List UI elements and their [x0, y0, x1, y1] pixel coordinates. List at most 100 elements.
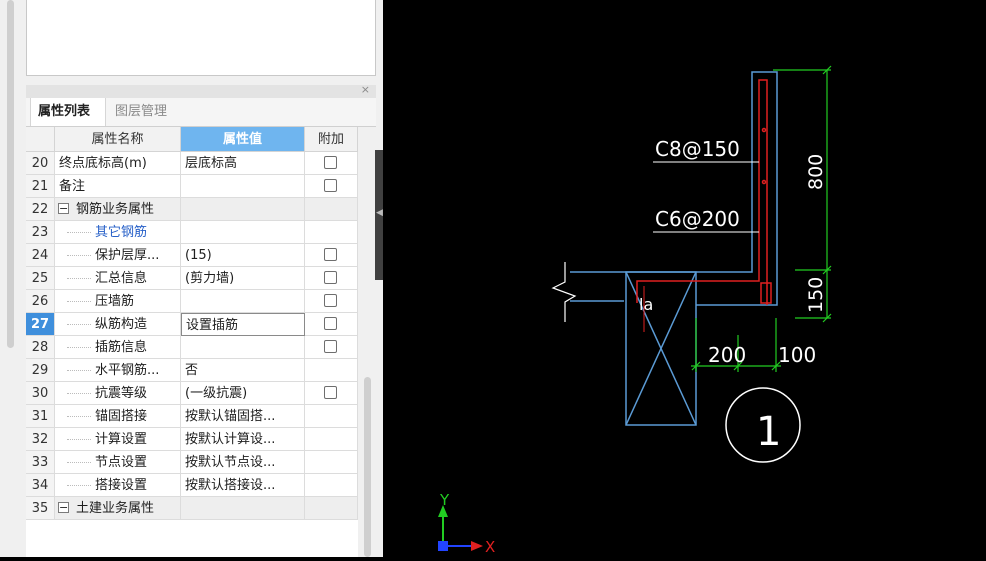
- row-number[interactable]: 32: [26, 428, 55, 451]
- property-name-cell[interactable]: 保护层厚...: [55, 244, 181, 267]
- column-header-value[interactable]: 属性值: [181, 127, 305, 152]
- extra-checkbox[interactable]: [324, 294, 337, 307]
- outer-scrollbar-thumb[interactable]: [7, 0, 14, 348]
- property-name-cell[interactable]: − 土建业务属性: [55, 497, 181, 520]
- row-number[interactable]: 26: [26, 290, 55, 313]
- property-value-cell[interactable]: 按默认锚固搭...: [181, 405, 305, 428]
- property-name-cell[interactable]: 水平钢筋...: [55, 359, 181, 382]
- row-number[interactable]: 31: [26, 405, 55, 428]
- extra-checkbox[interactable]: [324, 179, 337, 192]
- row-number[interactable]: 23: [26, 221, 55, 244]
- property-name-cell[interactable]: 压墙筋: [55, 290, 181, 313]
- collapse-minus-icon[interactable]: −: [58, 203, 69, 214]
- property-value-cell[interactable]: 否: [181, 359, 305, 382]
- extra-checkbox[interactable]: [324, 248, 337, 261]
- row-number[interactable]: 35: [26, 497, 55, 520]
- property-name-cell[interactable]: 备注: [55, 175, 181, 198]
- property-name-cell[interactable]: 锚固搭接: [55, 405, 181, 428]
- property-value-editor[interactable]: 设置插筋: [181, 313, 305, 336]
- property-row[interactable]: 20 终点底标高(m) 层底标高: [26, 152, 358, 175]
- extra-cell[interactable]: [305, 175, 358, 198]
- property-value-cell[interactable]: [181, 290, 305, 313]
- tree-line: [67, 462, 91, 463]
- property-row[interactable]: 27 纵筋构造 设置插筋: [26, 313, 358, 336]
- close-icon[interactable]: ×: [361, 83, 370, 96]
- property-name-cell[interactable]: 终点底标高(m): [55, 152, 181, 175]
- property-name-cell[interactable]: 节点设置: [55, 451, 181, 474]
- extra-cell[interactable]: [305, 313, 358, 336]
- property-row[interactable]: 24 保护层厚... (15): [26, 244, 358, 267]
- property-name-cell[interactable]: 其它钢筋: [55, 221, 181, 244]
- grid-scrollbar[interactable]: [362, 127, 374, 557]
- property-name-cell[interactable]: − 钢筋业务属性: [55, 198, 181, 221]
- extra-checkbox[interactable]: [324, 317, 337, 330]
- extra-checkbox[interactable]: [324, 271, 337, 284]
- property-group-label: 土建业务属性: [76, 501, 155, 516]
- property-row[interactable]: 23 其它钢筋: [26, 221, 358, 244]
- extra-cell[interactable]: [305, 290, 358, 313]
- column-header-extra[interactable]: 附加: [305, 127, 358, 152]
- property-name-cell[interactable]: 纵筋构造: [55, 313, 181, 336]
- row-number[interactable]: 28: [26, 336, 55, 359]
- property-value-cell[interactable]: 按默认搭接设...: [181, 474, 305, 497]
- collapse-arrow-icon[interactable]: ◀: [376, 208, 383, 218]
- extra-checkbox[interactable]: [324, 156, 337, 169]
- property-group-row[interactable]: 35− 土建业务属性: [26, 497, 358, 520]
- property-row[interactable]: 28 插筋信息: [26, 336, 358, 359]
- row-number[interactable]: 21: [26, 175, 55, 198]
- property-name-cell[interactable]: 汇总信息: [55, 267, 181, 290]
- property-row[interactable]: 21 备注: [26, 175, 358, 198]
- column-header-name[interactable]: 属性名称: [55, 127, 181, 152]
- cad-canvas[interactable]: C8@150 C6@200 la 800 150 200 100 1 Y X: [383, 0, 986, 557]
- extra-cell[interactable]: [305, 244, 358, 267]
- property-name-cell[interactable]: 抗震等级: [55, 382, 181, 405]
- row-number[interactable]: 34: [26, 474, 55, 497]
- grid-scrollbar-thumb[interactable]: [364, 377, 371, 557]
- property-row[interactable]: 33 节点设置 按默认节点设...: [26, 451, 358, 474]
- property-name-cell[interactable]: 插筋信息: [55, 336, 181, 359]
- extra-checkbox[interactable]: [324, 386, 337, 399]
- property-row[interactable]: 34 搭接设置 按默认搭接设...: [26, 474, 358, 497]
- extra-cell[interactable]: [305, 267, 358, 290]
- row-number[interactable]: 24: [26, 244, 55, 267]
- property-value-cell[interactable]: 层底标高: [181, 152, 305, 175]
- property-row[interactable]: 26 压墙筋: [26, 290, 358, 313]
- cad-drawing-area[interactable]: C8@150 C6@200 la 800 150 200 100 1 Y X: [383, 0, 986, 557]
- row-number[interactable]: 22: [26, 198, 55, 221]
- row-number[interactable]: 29: [26, 359, 55, 382]
- collapse-minus-icon[interactable]: −: [58, 502, 69, 513]
- property-row[interactable]: 30 抗震等级 (一级抗震): [26, 382, 358, 405]
- property-row[interactable]: 29 水平钢筋... 否: [26, 359, 358, 382]
- row-number[interactable]: 27: [26, 313, 55, 336]
- tab-layer-manager[interactable]: 图层管理: [108, 98, 188, 126]
- property-group-row[interactable]: 22− 钢筋业务属性: [26, 198, 358, 221]
- property-value-cell[interactable]: (15): [181, 244, 305, 267]
- row-number[interactable]: 20: [26, 152, 55, 175]
- property-value-cell[interactable]: [181, 497, 305, 520]
- extra-checkbox[interactable]: [324, 340, 337, 353]
- row-number[interactable]: 30: [26, 382, 55, 405]
- outer-scrollbar[interactable]: [6, 0, 15, 350]
- extra-cell[interactable]: [305, 382, 358, 405]
- extra-cell[interactable]: [305, 152, 358, 175]
- property-row[interactable]: 25 汇总信息 (剪力墙): [26, 267, 358, 290]
- property-name-cell[interactable]: 计算设置: [55, 428, 181, 451]
- property-name-cell[interactable]: 搭接设置: [55, 474, 181, 497]
- property-value-cell[interactable]: 按默认节点设...: [181, 451, 305, 474]
- property-value-cell[interactable]: 按默认计算设...: [181, 428, 305, 451]
- property-value-cell[interactable]: [181, 221, 305, 244]
- property-value-cell[interactable]: [181, 336, 305, 359]
- pane-splitter[interactable]: ◀: [375, 150, 383, 280]
- property-value-cell[interactable]: (一级抗震): [181, 382, 305, 405]
- row-number[interactable]: 33: [26, 451, 55, 474]
- row-number[interactable]: 25: [26, 267, 55, 290]
- property-value-cell[interactable]: [181, 175, 305, 198]
- property-row[interactable]: 31 锚固搭接 按默认锚固搭...: [26, 405, 358, 428]
- property-value-cell[interactable]: [181, 198, 305, 221]
- tab-property-list[interactable]: 属性列表: [30, 98, 106, 126]
- property-value-cell[interactable]: (剪力墙): [181, 267, 305, 290]
- property-row[interactable]: 32 计算设置 按默认计算设...: [26, 428, 358, 451]
- tree-line: [67, 393, 91, 394]
- tree-line: [67, 301, 91, 302]
- extra-cell[interactable]: [305, 336, 358, 359]
